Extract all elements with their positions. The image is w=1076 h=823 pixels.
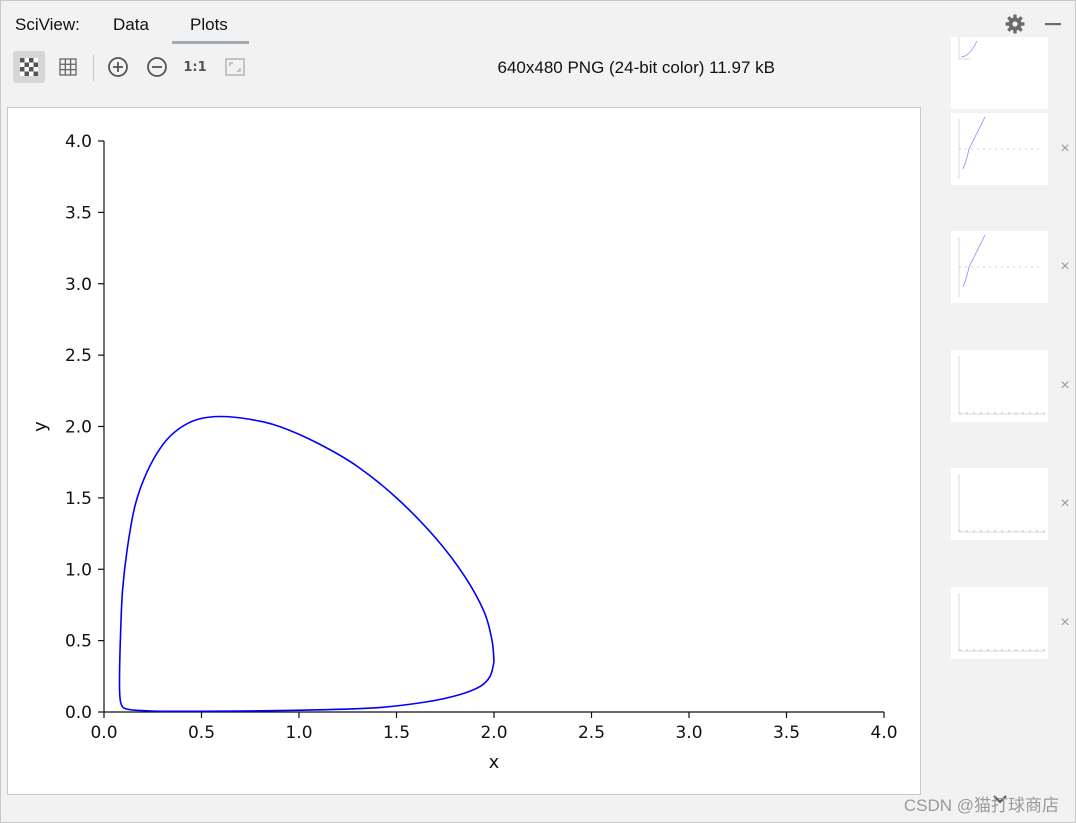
thumbnail-preview (958, 37, 978, 60)
plot-thumbnails: × × × × × (949, 37, 1076, 785)
sciview-window: SciView: Data Plots 1:1 640x480 PNG (24-… (0, 0, 1076, 823)
series-line-0 (118, 415, 495, 713)
plot-thumbnail[interactable] (951, 113, 1048, 185)
y-tick-label: 1.5 (65, 489, 92, 509)
sciview-title: SciView: (15, 15, 80, 34)
thumbnail-preview (958, 234, 1043, 297)
plot-thumbnail[interactable] (951, 37, 1048, 109)
x-tick-label: 1.0 (285, 723, 312, 743)
close-icon[interactable]: × (1057, 615, 1073, 631)
x-tick-label: 3.5 (773, 723, 800, 743)
actual-size-icon[interactable]: 1:1 (179, 51, 211, 83)
y-tick-label: 3.0 (65, 275, 92, 295)
header-bar: SciView: Data Plots (1, 1, 1076, 45)
close-icon[interactable]: × (1057, 378, 1073, 394)
thumbnail-preview (958, 474, 1045, 533)
y-tick-label: 0.5 (65, 632, 92, 652)
phase-plot: 0.0 0.5 1.0 1.5 2.0 2.5 3.0 3.5 4.0 0.0 0.5 1.0 1.5 2… (30, 132, 898, 773)
minimize-icon[interactable] (1042, 13, 1064, 35)
plot-thumbnail[interactable] (951, 350, 1048, 422)
y-tick-label: 0.0 (65, 703, 92, 723)
watermark: CSDN @猫打球商店 (903, 796, 1059, 815)
close-icon[interactable]: × (1057, 496, 1073, 512)
plot-image-frame: 0.0 0.5 1.0 1.5 2.0 2.5 3.0 3.5 4.0 0.0 0.5 1.0 1.5 2… (7, 107, 921, 795)
thumbnail-preview (958, 356, 1045, 415)
toolbar-separator (93, 55, 94, 81)
y-tick-label: 1.0 (65, 560, 92, 580)
active-tab-indicator (172, 41, 249, 44)
x-axis-label: x (489, 752, 500, 773)
x-tick-label: 1.5 (383, 723, 410, 743)
actual-size-label: 1:1 (183, 59, 207, 75)
x-tick-label: 0.0 (90, 723, 117, 743)
thumbnail-preview (958, 593, 1045, 652)
zoom-in-icon[interactable] (102, 51, 134, 83)
close-icon[interactable]: × (1057, 141, 1073, 157)
x-tick-label: 4.0 (870, 723, 897, 743)
image-info: 640x480 PNG (24-bit color) 11.97 kB (497, 58, 776, 77)
y-tick-label: 2.5 (65, 346, 92, 366)
plot-thumbnail[interactable] (951, 587, 1048, 659)
x-tick-label: 3.0 (675, 723, 702, 743)
gear-icon[interactable] (1004, 13, 1026, 35)
y-axis-label: y (30, 421, 51, 432)
zoom-out-icon[interactable] (141, 51, 173, 83)
tab-data[interactable]: Data (113, 15, 149, 35)
y-tick-label: 4.0 (65, 132, 92, 152)
plot-thumbnail[interactable] (951, 468, 1048, 540)
fit-to-window-icon[interactable] (219, 51, 251, 83)
close-icon[interactable]: × (1057, 259, 1073, 275)
tab-plots[interactable]: Plots (190, 15, 228, 35)
plot-thumbnail[interactable] (951, 231, 1048, 303)
y-tick-label: 3.5 (65, 203, 92, 223)
image-toolbar: 1:1 640x480 PNG (24-bit color) 11.97 kB (1, 47, 931, 87)
grid-icon[interactable] (52, 51, 84, 83)
y-tick-label: 2.0 (65, 418, 92, 438)
thumbnail-preview (958, 116, 1043, 179)
x-tick-label: 0.5 (188, 723, 215, 743)
x-tick-label: 2.5 (578, 723, 605, 743)
x-tick-label: 2.0 (480, 723, 507, 743)
checkerboard-background-icon[interactable] (13, 51, 45, 83)
